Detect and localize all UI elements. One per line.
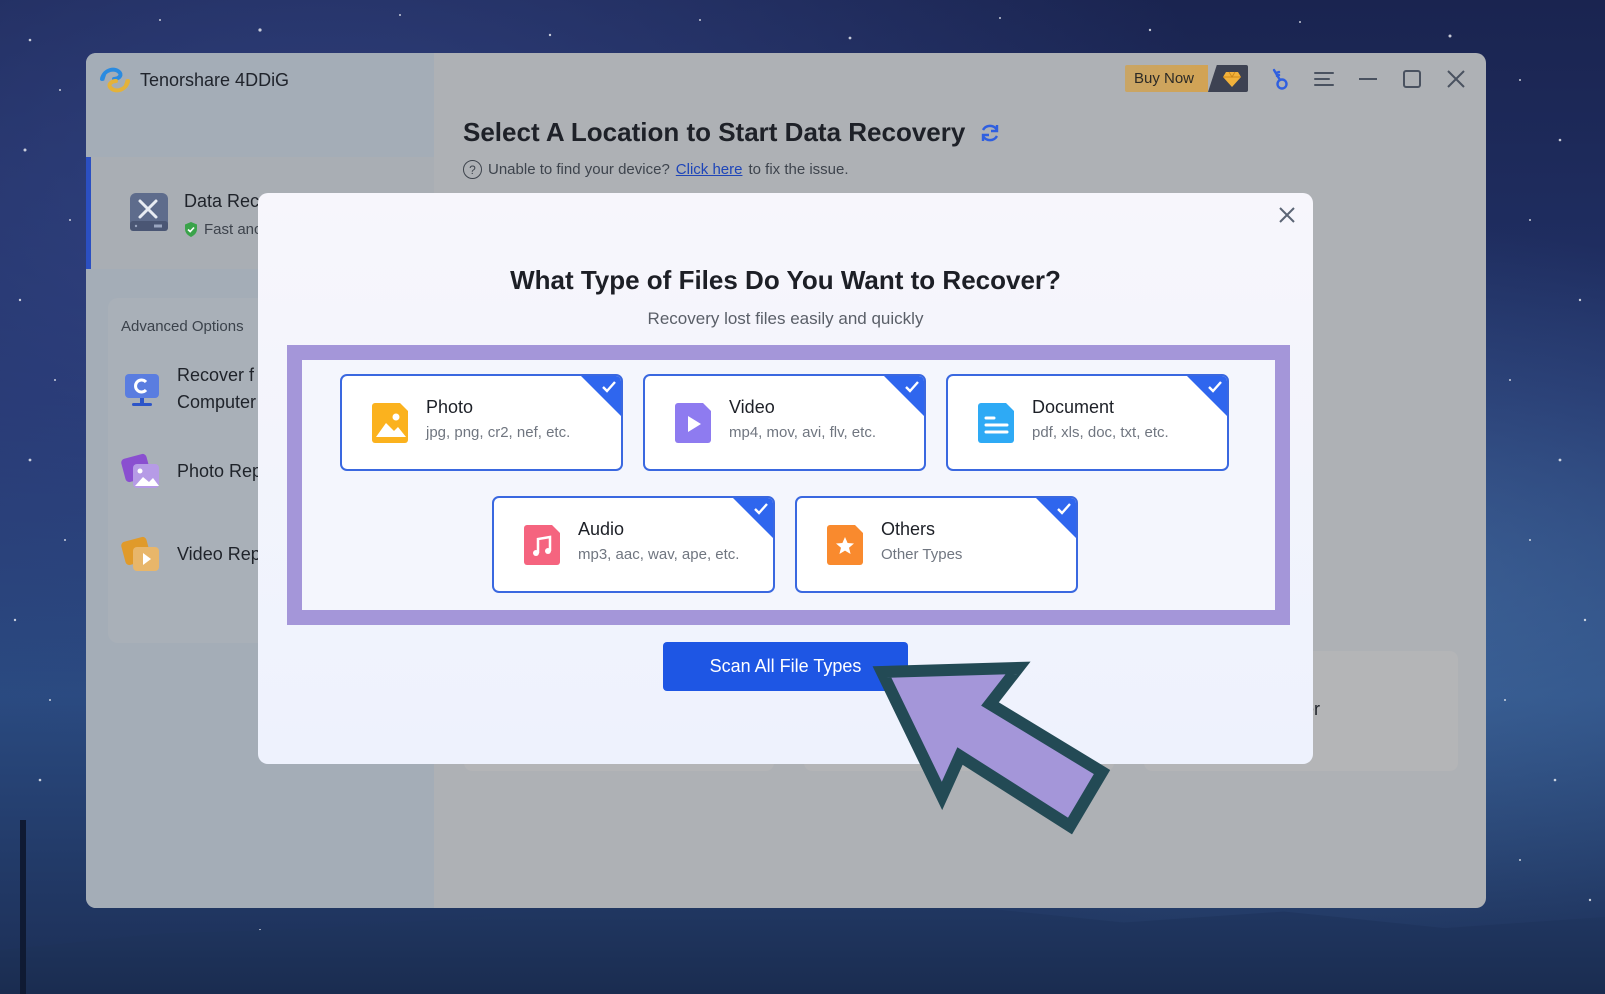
refresh-icon[interactable] (979, 122, 1001, 144)
maximize-icon[interactable] (1400, 67, 1424, 91)
fix-issue-link[interactable]: Click here (676, 161, 743, 178)
video-repair-icon (121, 536, 159, 571)
sidebar-item-label: Photo Rep (177, 460, 263, 481)
photo-file-icon (372, 403, 408, 443)
file-type-name: Video (729, 397, 775, 417)
buy-now-button[interactable]: Buy Now (1124, 65, 1248, 92)
file-type-desc: Other Types (881, 546, 963, 563)
menu-icon[interactable] (1312, 67, 1336, 91)
sidebar-item-label: Video Rep (177, 543, 261, 564)
file-type-desc: pdf, xls, doc, txt, etc. (1032, 424, 1169, 441)
sidebar-item-title: Data Recc (184, 191, 269, 211)
check-icon (905, 381, 919, 393)
file-type-name: Photo (426, 397, 474, 417)
file-type-card-document[interactable]: Document pdf, xls, doc, txt, etc. (946, 374, 1229, 471)
shield-check-icon (185, 222, 197, 237)
advanced-options-title: Advanced Options (121, 318, 244, 335)
file-type-desc: mp4, mov, avi, flv, etc. (729, 424, 876, 441)
sidebar-item-subtitle-text: Fast anc (204, 221, 262, 238)
file-types-highlight: Photo jpg, png, cr2, nef, etc. Video mp4… (287, 345, 1290, 625)
check-icon (754, 503, 768, 515)
file-type-name: Document (1032, 397, 1115, 417)
video-file-icon (675, 403, 711, 443)
dialog-close-icon[interactable] (1275, 203, 1299, 227)
sidebar-item-label: Recover f Computer (177, 365, 257, 412)
device-help-text: ? Unable to find your device? Click here… (463, 160, 849, 179)
computer-recover-icon (125, 374, 159, 406)
file-type-name: Others (881, 519, 936, 539)
dialog-title: What Type of Files Do You Want to Recove… (510, 265, 1061, 295)
check-icon (1057, 503, 1071, 515)
other-file-icon (827, 525, 863, 565)
help-icon: ? (463, 160, 482, 179)
check-icon (602, 381, 616, 393)
app-titlebar: Tenorshare 4DDiG (98, 65, 289, 95)
photo-repair-icon (121, 453, 159, 488)
file-types-grid: Photo jpg, png, cr2, nef, etc. Video mp4… (302, 360, 1275, 610)
file-type-card-photo[interactable]: Photo jpg, png, cr2, nef, etc. (340, 374, 623, 471)
file-type-desc: jpg, png, cr2, nef, etc. (426, 424, 571, 441)
sidebar-item-video-repair[interactable]: Video Rep (121, 533, 261, 575)
page-title: Select A Location to Start Data Recovery (463, 117, 1001, 148)
file-type-card-audio[interactable]: Audio mp3, aac, wav, ape, etc. (492, 496, 775, 593)
app-logo-icon (100, 67, 130, 93)
file-type-name: Audio (578, 519, 625, 539)
dialog-subtitle: Recovery lost files easily and quickly (647, 309, 924, 328)
document-file-icon (978, 403, 1014, 443)
app-title: Tenorshare 4DDiG (140, 69, 290, 90)
close-icon[interactable] (1444, 67, 1468, 91)
drive-tools-icon (130, 193, 168, 231)
sidebar-item-recover-computer[interactable]: Recover f Computer (121, 362, 256, 416)
file-type-card-others[interactable]: Others Other Types (795, 496, 1078, 593)
minimize-icon[interactable] (1356, 67, 1380, 91)
file-type-dialog: What Type of Files Do You Want to Recove… (258, 193, 1313, 764)
scan-all-file-types-button[interactable]: Scan All File Types (663, 642, 908, 691)
diamond-icon (1208, 65, 1248, 92)
audio-file-icon (524, 525, 560, 565)
check-icon (1208, 381, 1222, 393)
window-toolbar: Buy Now (1124, 65, 1468, 92)
sidebar-item-photo-repair[interactable]: Photo Rep (121, 450, 262, 492)
signpost-pole (20, 820, 26, 994)
sidebar-item-subtitle: Fast anc (184, 221, 262, 238)
file-type-card-video[interactable]: Video mp4, mov, avi, flv, etc. (643, 374, 926, 471)
file-type-desc: mp3, aac, wav, ape, etc. (578, 546, 740, 563)
key-icon[interactable] (1268, 67, 1292, 91)
